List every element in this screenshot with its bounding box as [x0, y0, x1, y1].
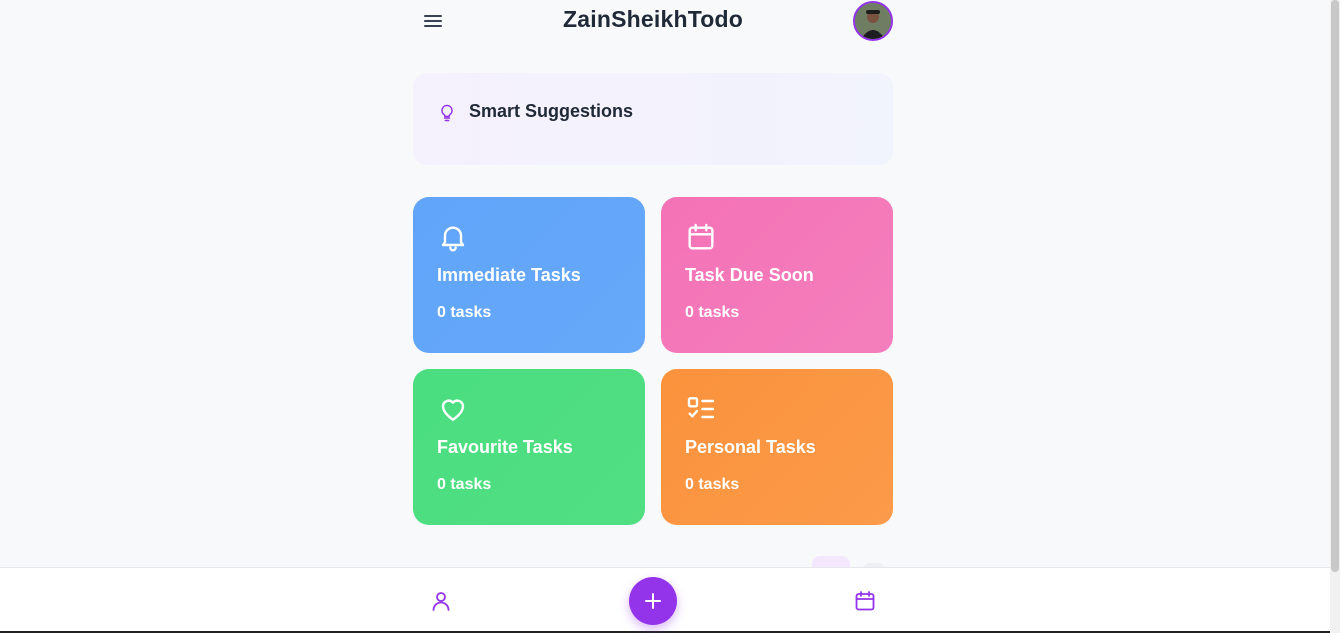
card-title: Task Due Soon	[685, 265, 814, 285]
smart-suggestions-panel[interactable]: Smart Suggestions	[413, 73, 893, 165]
card-count: 0 tasks	[685, 476, 740, 493]
avatar[interactable]	[853, 1, 893, 41]
add-task-button[interactable]	[629, 577, 677, 625]
user-icon	[432, 592, 450, 611]
vertical-scrollbar[interactable]	[1330, 0, 1340, 633]
heart-icon	[441, 399, 465, 421]
task-category-grid: Immediate Tasks 0 tasks Task Due Soon 0 …	[413, 197, 893, 525]
card-task-due-soon[interactable]: Task Due Soon 0 tasks	[661, 197, 893, 353]
top-header: ZainSheikhTodo	[413, 0, 893, 42]
smart-suggestions-label: Smart Suggestions	[469, 101, 634, 121]
card-count: 0 tasks	[437, 476, 492, 493]
calendar-nav-button[interactable]	[845, 581, 885, 621]
avatar-photo	[855, 3, 891, 39]
calendar-icon	[855, 591, 875, 611]
card-title: Favourite Tasks	[437, 437, 573, 457]
card-count: 0 tasks	[685, 304, 740, 321]
card-favourite-tasks[interactable]: Favourite Tasks 0 tasks	[413, 369, 645, 525]
hamburger-icon	[424, 15, 442, 27]
card-title: Personal Tasks	[685, 437, 816, 457]
card-immediate-tasks[interactable]: Immediate Tasks 0 tasks	[413, 197, 645, 353]
plus-icon	[645, 593, 661, 609]
card-personal-tasks[interactable]: Personal Tasks 0 tasks	[661, 369, 893, 525]
profile-nav-button[interactable]	[421, 581, 461, 621]
lightbulb-icon	[441, 104, 453, 122]
app-title: ZainSheikhTodo	[563, 6, 743, 32]
card-title: Immediate Tasks	[437, 265, 581, 285]
menu-button[interactable]	[413, 1, 453, 41]
bell-icon	[441, 226, 465, 252]
scrollbar-thumb[interactable]	[1331, 0, 1339, 572]
app-container: ZainSheikhTodo Smart Suggestions Immedia…	[413, 0, 893, 525]
card-count: 0 tasks	[437, 304, 492, 321]
list-checks-icon	[687, 397, 715, 419]
calendar-icon	[688, 223, 714, 250]
